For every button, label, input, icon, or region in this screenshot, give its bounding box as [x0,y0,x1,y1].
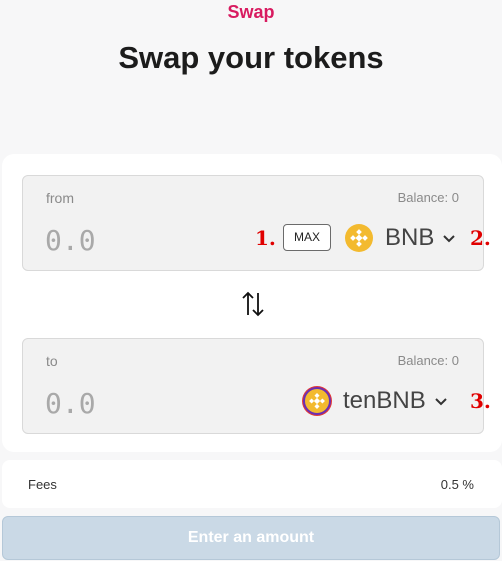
chevron-down-icon [442,231,456,245]
from-token-name: BNB [385,224,435,251]
chevron-down-icon [434,394,448,408]
from-panel: from Balance: 0 0.0 1. MAX BNB 2. [22,175,491,271]
swap-direction-icon[interactable] [240,289,266,319]
to-token-name: tenBNB [343,387,426,414]
from-balance: Balance: 0 [397,190,459,205]
bnb-icon [345,224,373,252]
swap-card: from Balance: 0 0.0 1. MAX BNB 2. to Bal… [2,154,502,452]
swap-page: Swap Swap your tokens from Balance: 0 0.… [0,0,502,561]
from-label: from [46,190,74,206]
to-label: to [46,353,58,369]
page-title: Swap your tokens [118,40,384,75]
to-token-select[interactable]: tenBNB [303,383,448,419]
callout-2: 2. [470,226,491,250]
fees-row: Fees 0.5 % [2,460,502,508]
from-amount-input[interactable]: 0.0 [45,224,96,257]
to-amount-input[interactable]: 0.0 [45,387,96,420]
tenbnb-icon [303,387,331,415]
enter-amount-button[interactable]: Enter an amount [2,516,500,560]
callout-1: 1. [255,226,276,250]
fees-value: 0.5 % [440,477,474,492]
page-eyebrow: Swap [227,2,275,22]
fees-label: Fees [28,477,57,492]
from-token-select[interactable]: BNB [345,220,456,256]
max-button[interactable]: MAX [283,224,331,251]
to-panel: to Balance: 0 0.0 tenBNB 3. [22,338,491,434]
callout-3: 3. [470,389,491,413]
to-balance: Balance: 0 [397,353,459,368]
